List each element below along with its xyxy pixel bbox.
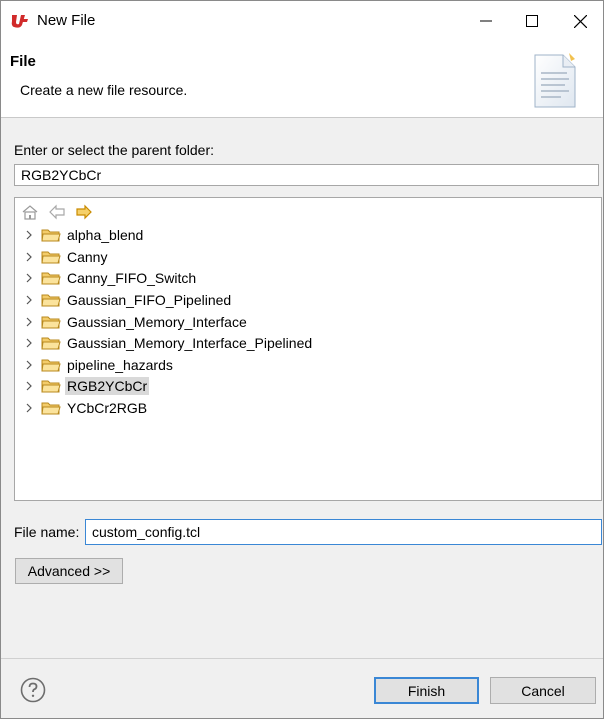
new-file-dialog: New File File Create a new file resource… bbox=[0, 0, 604, 719]
folder-icon bbox=[41, 316, 61, 329]
expand-arrow-icon[interactable] bbox=[21, 268, 37, 288]
tree-item-label: alpha_blend bbox=[67, 227, 144, 243]
app-logo-icon bbox=[11, 15, 28, 28]
expand-arrow-icon[interactable] bbox=[21, 333, 37, 353]
file-name-label: File name: bbox=[14, 524, 80, 540]
tree-item-selected[interactable]: RGB2YCbCr bbox=[21, 376, 150, 396]
folder-icon bbox=[41, 337, 61, 350]
folder-icon bbox=[41, 294, 61, 307]
tree-item[interactable]: Gaussian_Memory_Interface_Pipelined bbox=[21, 333, 314, 353]
parent-folder-input[interactable] bbox=[14, 164, 599, 186]
minimize-icon bbox=[480, 20, 492, 22]
expand-arrow-icon[interactable] bbox=[21, 225, 37, 245]
folder-icon bbox=[41, 251, 61, 264]
tree-item-label: YCbCr2RGB bbox=[67, 400, 148, 416]
tree-item[interactable]: Canny_FIFO_Switch bbox=[21, 268, 198, 288]
back-icon[interactable] bbox=[48, 204, 66, 220]
folder-tree[interactable]: alpha_blend Canny Canny_FIFO_Switch Gaus… bbox=[14, 197, 602, 501]
tree-item[interactable]: Gaussian_Memory_Interface bbox=[21, 312, 249, 332]
tree-item-label: Canny bbox=[67, 249, 108, 265]
maximize-button[interactable] bbox=[509, 1, 555, 41]
folder-icon bbox=[41, 359, 61, 372]
new-file-banner-icon bbox=[534, 53, 576, 108]
tree-item-label: pipeline_hazards bbox=[67, 357, 173, 373]
expand-arrow-icon[interactable] bbox=[21, 247, 37, 267]
wizard-header: File Create a new file resource. bbox=[1, 41, 603, 118]
parent-folder-label: Enter or select the parent folder: bbox=[14, 142, 214, 158]
folder-icon bbox=[41, 402, 61, 415]
folder-icon bbox=[41, 229, 61, 242]
tree-item-label: Gaussian_Memory_Interface_Pipelined bbox=[67, 335, 313, 351]
tree-item[interactable]: Canny bbox=[21, 247, 109, 267]
close-icon bbox=[573, 14, 587, 28]
tree-item[interactable]: pipeline_hazards bbox=[21, 355, 175, 375]
cancel-button[interactable]: Cancel bbox=[490, 677, 596, 704]
expand-arrow-icon[interactable] bbox=[21, 290, 37, 310]
tree-item[interactable]: YCbCr2RGB bbox=[21, 398, 149, 418]
folder-icon bbox=[41, 272, 61, 285]
folder-icon bbox=[41, 380, 61, 393]
forward-icon[interactable] bbox=[75, 204, 93, 220]
expand-arrow-icon[interactable] bbox=[21, 355, 37, 375]
tree-item-label: Gaussian_FIFO_Pipelined bbox=[67, 292, 232, 308]
expand-arrow-icon[interactable] bbox=[21, 398, 37, 418]
window-title: New File bbox=[37, 12, 96, 29]
tree-item-label: Canny_FIFO_Switch bbox=[67, 270, 197, 286]
tree-item-label: Gaussian_Memory_Interface bbox=[67, 314, 247, 330]
page-title: File bbox=[10, 53, 36, 70]
footer-divider bbox=[1, 658, 603, 659]
finish-button[interactable]: Finish bbox=[374, 677, 479, 704]
home-icon[interactable] bbox=[21, 204, 39, 220]
expand-arrow-icon[interactable] bbox=[21, 376, 37, 396]
page-description: Create a new file resource. bbox=[20, 82, 188, 98]
help-icon[interactable] bbox=[20, 677, 46, 703]
advanced-button[interactable]: Advanced >> bbox=[15, 558, 123, 584]
file-name-input[interactable] bbox=[85, 519, 602, 545]
close-button[interactable] bbox=[557, 1, 603, 41]
tree-item[interactable]: Gaussian_FIFO_Pipelined bbox=[21, 290, 233, 310]
tree-item-label: RGB2YCbCr bbox=[65, 377, 150, 395]
expand-arrow-icon[interactable] bbox=[21, 312, 37, 332]
tree-item[interactable]: alpha_blend bbox=[21, 225, 145, 245]
maximize-icon bbox=[526, 15, 538, 27]
minimize-button[interactable] bbox=[463, 1, 509, 41]
title-bar: New File bbox=[1, 1, 603, 41]
